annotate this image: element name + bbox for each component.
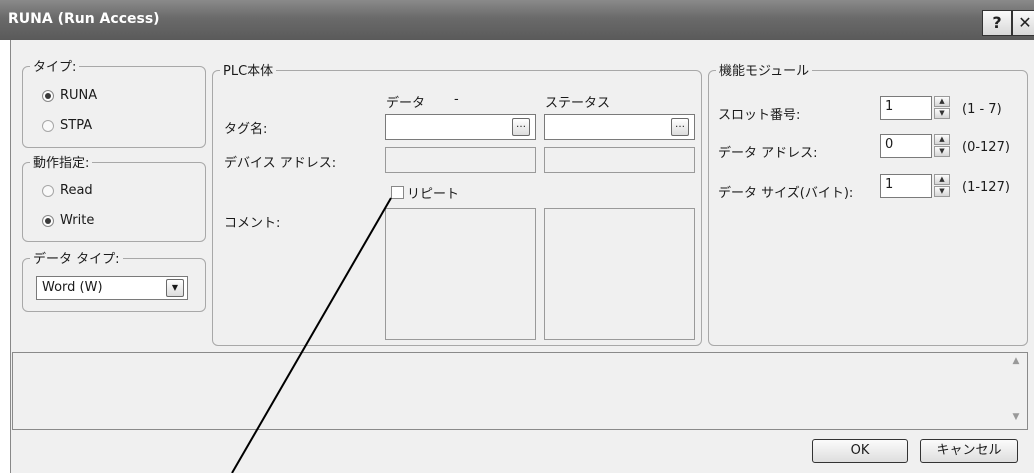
callout-line <box>231 197 392 473</box>
